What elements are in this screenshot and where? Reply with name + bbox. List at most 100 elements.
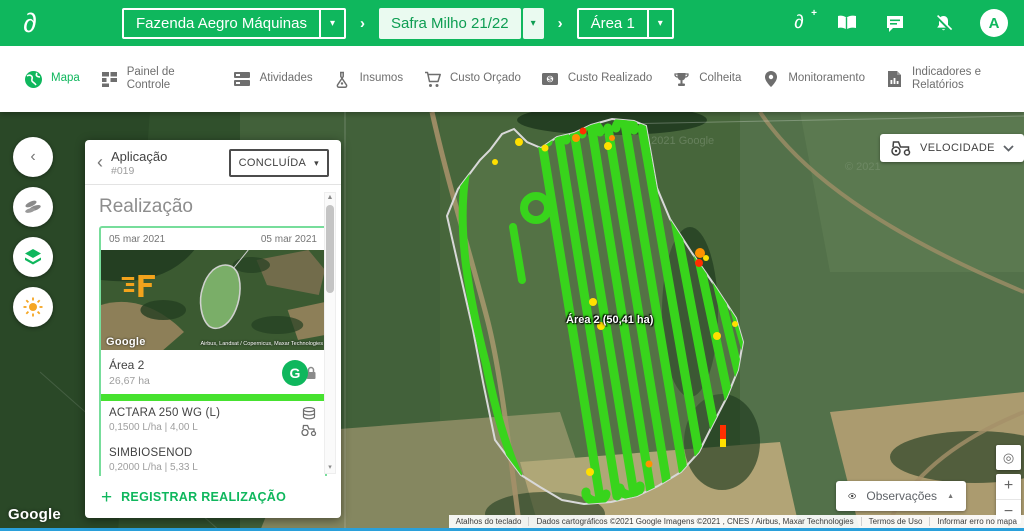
money-icon: $ xyxy=(541,70,560,89)
tab-label: Indicadores e Relatórios xyxy=(912,66,998,92)
keyboard-shortcuts-link[interactable]: Atalhos do teclado xyxy=(449,517,529,526)
field-thumbnail-map: Google Airbus, Landsat / Copernicus, Max… xyxy=(101,250,325,350)
stock-icon xyxy=(302,407,316,420)
tab-colheita[interactable]: Colheita xyxy=(672,70,741,89)
observations-drawer[interactable]: Observações ▲ xyxy=(836,481,966,511)
velocity-layer-dropdown[interactable]: VELOCIDADE xyxy=(880,134,1024,162)
my-location-button[interactable]: ◎ xyxy=(996,445,1021,470)
grade-badge: G xyxy=(282,360,308,386)
product-row: ACTARA 250 WG (L) 0,1500 L/ha | 4,00 L xyxy=(101,401,325,441)
chevron-down-icon[interactable]: ▾ xyxy=(647,10,672,37)
cart-icon xyxy=(423,70,442,89)
tab-label: Monitoramento xyxy=(788,72,865,85)
status-label: CONCLUÍDA xyxy=(239,157,307,169)
chat-icon[interactable] xyxy=(884,12,906,34)
zoom-in-button[interactable]: + xyxy=(996,474,1021,500)
application-id: #019 xyxy=(111,165,167,177)
google-logo: Google xyxy=(106,336,146,348)
velocity-label: VELOCIDADE xyxy=(920,142,995,154)
product-dose: 0,1500 L/ha | 4,00 L xyxy=(109,422,220,433)
tab-label: Atividades xyxy=(260,72,313,85)
application-panel: ‹ Aplicação #019 CONCLUÍDA ▾ Realização … xyxy=(85,140,341,518)
tab-custo-realizado[interactable]: $ Custo Realizado xyxy=(541,70,652,89)
season-selector[interactable]: Safra Milho 21/22 ▾ xyxy=(379,8,544,39)
register-label: REGISTRAR REALIZAÇÃO xyxy=(121,490,286,504)
realization-card[interactable]: 05 mar 2021 05 mar 2021 xyxy=(99,226,327,476)
caret-up-icon: ▲ xyxy=(947,493,954,500)
tab-painel-de-controle[interactable]: Painel de Controle xyxy=(100,66,213,92)
seeds-icon xyxy=(22,196,44,218)
report-error-link[interactable]: Informar erro no mapa xyxy=(929,517,1024,526)
area-selector-label: Área 1 xyxy=(579,10,647,37)
terms-link[interactable]: Termos de Uso xyxy=(861,517,930,526)
report-document-icon xyxy=(885,70,904,89)
product-dose: 0,2000 L/ha | 5,33 L xyxy=(109,462,198,473)
date-start: 05 mar 2021 xyxy=(109,234,165,245)
product-row: SIMBIOSENOD 0,2000 L/ha | 5,33 L xyxy=(101,441,325,476)
tab-insumos[interactable]: Insumos xyxy=(333,70,403,89)
realization-scroll-area[interactable]: 05 mar 2021 05 mar 2021 xyxy=(85,226,341,476)
aegro-app: ∂ Fazenda Aegro Máquinas ▾ › Safra Milho… xyxy=(0,0,1024,531)
product-name: SIMBIOSENOD xyxy=(109,447,198,459)
tab-indicadores-relatorios[interactable]: Indicadores e Relatórios xyxy=(885,66,998,92)
thumbnail-attribution: Airbus, Landsat / Copernicus, Maxar Tech… xyxy=(201,341,324,347)
collapse-panel-button[interactable]: ‹ xyxy=(13,137,53,177)
layers-button[interactable] xyxy=(13,237,53,277)
seeds-layer-button[interactable] xyxy=(13,187,53,227)
tab-mapa[interactable]: Mapa xyxy=(24,70,80,89)
date-end: 05 mar 2021 xyxy=(261,234,317,245)
area-size: 26,67 ha xyxy=(109,375,150,387)
product-name: ACTARA 250 WG (L) xyxy=(109,407,220,419)
panel-header: ‹ Aplicação #019 CONCLUÍDA ▾ xyxy=(85,140,341,184)
svg-text:© 2021: © 2021 xyxy=(845,161,881,173)
area-name: Área 2 xyxy=(109,358,150,372)
tractor-icon xyxy=(301,424,317,436)
brightness-button[interactable] xyxy=(13,287,53,327)
chevron-down-icon: ▾ xyxy=(314,158,319,169)
main-nav: Mapa Painel de Controle Atividades Insum… xyxy=(0,46,1024,112)
status-dropdown[interactable]: CONCLUÍDA ▾ xyxy=(229,149,329,177)
map-pin-icon xyxy=(761,70,780,89)
globe-icon xyxy=(24,70,43,89)
tab-custo-orcado[interactable]: Custo Orçado xyxy=(423,70,521,89)
chevron-down-icon[interactable]: ▾ xyxy=(319,10,344,37)
breadcrumb-chevron-icon: › xyxy=(558,15,563,32)
sun-icon xyxy=(22,296,44,318)
add-account-icon[interactable]: ∂ + xyxy=(788,12,810,34)
tab-atividades[interactable]: Atividades xyxy=(233,70,313,89)
field-area-label: Área 2 (50,41 ha) xyxy=(566,314,653,326)
plus-icon: + xyxy=(101,488,112,507)
map-viewport[interactable]: © 2021 Google © 2021 xyxy=(0,112,1024,531)
tab-label: Colheita xyxy=(699,72,741,85)
farm-selector[interactable]: Fazenda Aegro Máquinas ▾ xyxy=(122,8,346,39)
chevron-left-icon: ‹ xyxy=(30,148,35,166)
tab-monitoramento[interactable]: Monitoramento xyxy=(761,70,865,89)
top-header: ∂ Fazenda Aegro Máquinas ▾ › Safra Milho… xyxy=(0,0,1024,46)
chevron-down-icon[interactable]: ▾ xyxy=(523,8,544,39)
aegro-logo-icon[interactable]: ∂ xyxy=(0,10,60,37)
aegro-glyph: ∂ xyxy=(794,12,803,34)
tab-label: Custo Realizado xyxy=(568,72,652,85)
notifications-muted-icon[interactable] xyxy=(932,12,954,34)
eye-icon xyxy=(848,490,856,502)
chevron-down-icon xyxy=(1003,145,1014,152)
knowledge-book-icon[interactable] xyxy=(836,12,858,34)
tab-label: Custo Orçado xyxy=(450,72,521,85)
svg-text:$: $ xyxy=(548,76,552,83)
farm-selector-label: Fazenda Aegro Máquinas xyxy=(124,10,319,37)
map-attribution-bar: Atalhos do teclado Dados cartográficos ©… xyxy=(449,515,1024,528)
section-title: Realização xyxy=(85,185,341,226)
season-selector-label: Safra Milho 21/22 xyxy=(379,8,521,39)
panel-scrollbar[interactable]: ▲ ▾ xyxy=(324,192,336,474)
user-avatar[interactable]: A xyxy=(980,9,1008,37)
scrollbar-thumb[interactable] xyxy=(326,205,334,293)
plus-glyph: + xyxy=(811,8,817,19)
realization-progress-bar xyxy=(101,394,325,401)
back-button[interactable]: ‹ xyxy=(95,153,111,173)
register-realization-button[interactable]: + REGISTRAR REALIZAÇÃO xyxy=(85,476,341,518)
area-selector[interactable]: Área 1 ▾ xyxy=(577,8,674,39)
scroll-down-icon[interactable]: ▾ xyxy=(328,463,332,473)
list-rows-icon xyxy=(233,70,252,89)
panel-title: Aplicação xyxy=(111,149,167,164)
scroll-up-icon[interactable]: ▲ xyxy=(327,193,334,203)
